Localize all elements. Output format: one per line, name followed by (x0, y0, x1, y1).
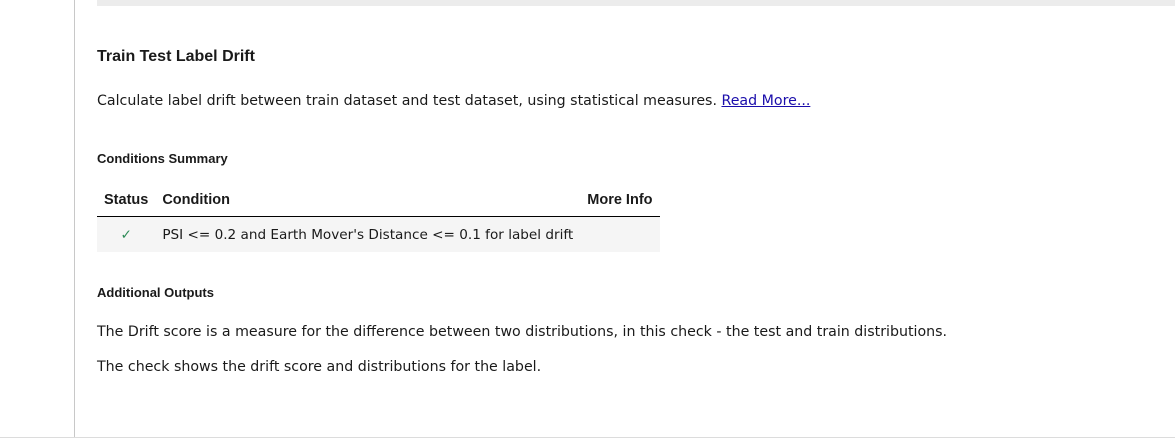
top-divider (97, 0, 1175, 6)
conditions-table: Status Condition More Info ✓ PSI <= 0.2 … (97, 183, 660, 252)
table-row: ✓ PSI <= 0.2 and Earth Mover's Distance … (97, 216, 660, 252)
more-info-column-header: More Info (580, 183, 660, 217)
condition-cell: PSI <= 0.2 and Earth Mover's Distance <=… (155, 216, 581, 252)
description-text: Calculate label drift between train data… (97, 93, 717, 109)
condition-column-header: Condition (155, 183, 581, 217)
bottom-border (0, 437, 1175, 438)
output-paragraph: The Drift score is a measure for the dif… (97, 324, 948, 340)
read-more-link[interactable]: Read More... (721, 93, 810, 109)
conditions-summary-heading: Conditions Summary (97, 151, 228, 166)
left-border (74, 0, 75, 437)
check-report-page: Train Test Label Drift Calculate label d… (0, 0, 1175, 440)
check-description: Calculate label drift between train data… (97, 93, 810, 109)
checkmark-icon: ✓ (97, 216, 156, 252)
conditions-header-row: Status Condition More Info (97, 183, 660, 217)
status-column-header: Status (97, 183, 156, 217)
check-title: Train Test Label Drift (97, 48, 255, 65)
additional-outputs-heading: Additional Outputs (97, 285, 214, 300)
more-info-cell (580, 216, 660, 252)
output-paragraph: The check shows the drift score and dist… (97, 359, 542, 375)
